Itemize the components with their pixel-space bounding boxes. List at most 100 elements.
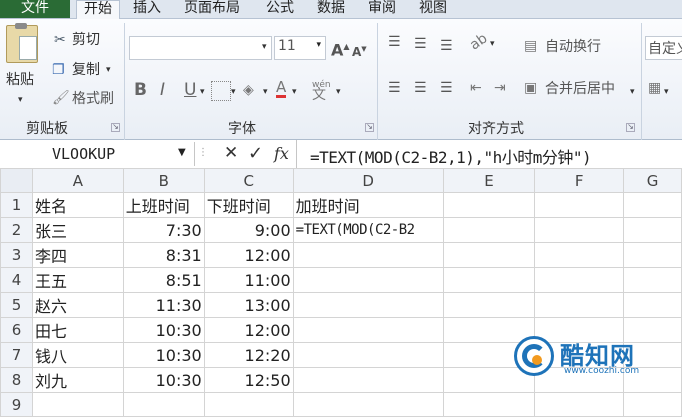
cell-e3[interactable] xyxy=(442,242,536,268)
font-size-select[interactable]: 11 ▾ xyxy=(274,36,326,60)
tab-insert[interactable]: 插入 xyxy=(133,0,161,18)
number-format-select[interactable]: 自定义 xyxy=(645,36,682,60)
align-right-icon[interactable]: ☰ xyxy=(440,79,453,97)
align-left-icon[interactable]: ☰ xyxy=(388,79,401,97)
column-header-g[interactable]: G xyxy=(623,168,682,193)
cell-b1[interactable]: 上班时间 xyxy=(122,192,205,218)
accounting-format-dropdown-icon[interactable]: ▾ xyxy=(664,83,669,101)
cell-b6[interactable]: 10:30 xyxy=(122,317,205,343)
cell-f5[interactable] xyxy=(534,292,625,318)
cell-d9[interactable] xyxy=(292,392,444,417)
tab-page-layout[interactable]: 页面布局 xyxy=(184,0,240,18)
align-top-icon[interactable]: ☰ xyxy=(388,33,401,51)
formula-input[interactable]: =TEXT(MOD(C2-B2,1),"h小时m分钟") xyxy=(310,144,592,168)
row-header[interactable]: 9 xyxy=(0,392,33,417)
row-header[interactable]: 3 xyxy=(0,242,33,268)
cell-e1[interactable] xyxy=(442,192,536,218)
cell-a9[interactable] xyxy=(31,392,124,417)
cell-b8[interactable]: 10:30 xyxy=(122,367,205,393)
cell-e4[interactable] xyxy=(442,267,536,293)
cut-button[interactable]: 剪切 xyxy=(72,31,100,49)
font-launcher-icon[interactable]: ↘ xyxy=(365,123,374,132)
cell-b9[interactable] xyxy=(122,392,205,417)
cell-a5[interactable]: 赵六 xyxy=(31,292,124,318)
shrink-font-icon[interactable]: A▼ xyxy=(352,40,367,61)
borders-icon[interactable] xyxy=(211,81,231,101)
paste-dropdown-icon[interactable]: ▾ xyxy=(18,91,23,109)
cell-d4[interactable] xyxy=(292,267,444,293)
phonetic-dropdown-icon[interactable]: ▾ xyxy=(336,83,341,101)
increase-indent-icon[interactable]: ⇥ xyxy=(494,79,506,97)
cell-d3[interactable] xyxy=(292,242,444,268)
row-header[interactable]: 7 xyxy=(0,342,33,368)
column-header-e[interactable]: E xyxy=(442,168,536,193)
cell-f4[interactable] xyxy=(534,267,625,293)
cell-a3[interactable]: 李四 xyxy=(31,242,124,268)
enter-icon[interactable]: ✓ xyxy=(248,143,263,164)
cell-a1[interactable]: 姓名 xyxy=(31,192,124,218)
tab-formulas[interactable]: 公式 xyxy=(266,0,294,18)
accounting-format-icon[interactable]: ▦ xyxy=(648,79,661,97)
cell-d8[interactable] xyxy=(292,367,444,393)
cell-d1[interactable]: 加班时间 xyxy=(292,192,444,218)
cell-d2-editing[interactable]: =TEXT(MOD(C2-B2 xyxy=(292,217,444,243)
cell-e2[interactable] xyxy=(442,217,536,243)
row-header[interactable]: 6 xyxy=(0,317,33,343)
cell-c9[interactable] xyxy=(203,392,294,417)
tab-view[interactable]: 视图 xyxy=(419,0,447,18)
grow-font-icon[interactable]: A▲ xyxy=(331,38,350,59)
row-header[interactable]: 2 xyxy=(0,217,33,243)
align-bottom-icon[interactable]: ☰ xyxy=(440,37,453,55)
cell-a4[interactable]: 王五 xyxy=(31,267,124,293)
tab-data[interactable]: 数据 xyxy=(317,0,345,18)
cell-c1[interactable]: 下班时间 xyxy=(203,192,294,218)
format-painter-button[interactable]: 格式刷 xyxy=(72,90,114,108)
cell-d7[interactable] xyxy=(292,342,444,368)
cell-c6[interactable]: 12:00 xyxy=(203,317,294,343)
cell-g1[interactable] xyxy=(623,192,682,218)
alignment-launcher-icon[interactable]: ↘ xyxy=(626,123,635,132)
cell-d6[interactable] xyxy=(292,317,444,343)
cell-e5[interactable] xyxy=(442,292,536,318)
align-center-icon[interactable]: ☰ xyxy=(414,79,427,97)
cell-c8[interactable]: 12:50 xyxy=(203,367,294,393)
italic-button[interactable]: I xyxy=(160,81,165,99)
font-size-dropdown-icon[interactable]: ▾ xyxy=(316,40,321,50)
cell-b4[interactable]: 8:51 xyxy=(122,267,205,293)
clipboard-launcher-icon[interactable]: ↘ xyxy=(111,123,120,132)
cell-c2[interactable]: 9:00 xyxy=(203,217,294,243)
phonetic-icon[interactable]: wén 文 xyxy=(312,79,331,102)
insert-function-icon[interactable]: fx xyxy=(274,144,289,163)
cell-a7[interactable]: 钱八 xyxy=(31,342,124,368)
decrease-indent-icon[interactable]: ⇤ xyxy=(470,79,482,97)
cell-b2[interactable]: 7:30 xyxy=(122,217,205,243)
fill-color-dropdown-icon[interactable]: ▾ xyxy=(263,83,268,101)
copy-dropdown-icon[interactable]: ▾ xyxy=(106,61,111,79)
select-all-corner[interactable] xyxy=(0,168,33,193)
tab-file[interactable]: 文件 xyxy=(0,0,70,18)
orientation-dropdown-icon[interactable]: ▾ xyxy=(490,35,495,53)
cell-g4[interactable] xyxy=(623,267,682,293)
column-header-a[interactable]: A xyxy=(31,168,124,193)
column-header-f[interactable]: F xyxy=(534,168,625,193)
cell-e9[interactable] xyxy=(442,392,536,417)
cell-a6[interactable]: 田七 xyxy=(31,317,124,343)
cell-f9[interactable] xyxy=(534,392,625,417)
cell-g5[interactable] xyxy=(623,292,682,318)
bold-button[interactable]: B xyxy=(134,81,147,99)
column-header-c[interactable]: C xyxy=(203,168,294,193)
font-color-icon[interactable]: A xyxy=(276,79,287,98)
row-header[interactable]: 1 xyxy=(0,192,33,218)
column-header-d[interactable]: D xyxy=(292,168,444,193)
cell-f3[interactable] xyxy=(534,242,625,268)
merge-center-dropdown-icon[interactable]: ▾ xyxy=(630,83,635,101)
font-color-dropdown-icon[interactable]: ▾ xyxy=(292,83,297,101)
copy-button[interactable]: 复制 xyxy=(72,61,100,79)
cell-c4[interactable]: 11:00 xyxy=(203,267,294,293)
cell-a2[interactable]: 张三 xyxy=(31,217,124,243)
underline-button[interactable]: U xyxy=(184,81,196,99)
cell-b7[interactable]: 10:30 xyxy=(122,342,205,368)
underline-dropdown-icon[interactable]: ▾ xyxy=(200,83,205,101)
fill-color-icon[interactable]: ◈ xyxy=(243,81,254,99)
cell-d5[interactable] xyxy=(292,292,444,318)
